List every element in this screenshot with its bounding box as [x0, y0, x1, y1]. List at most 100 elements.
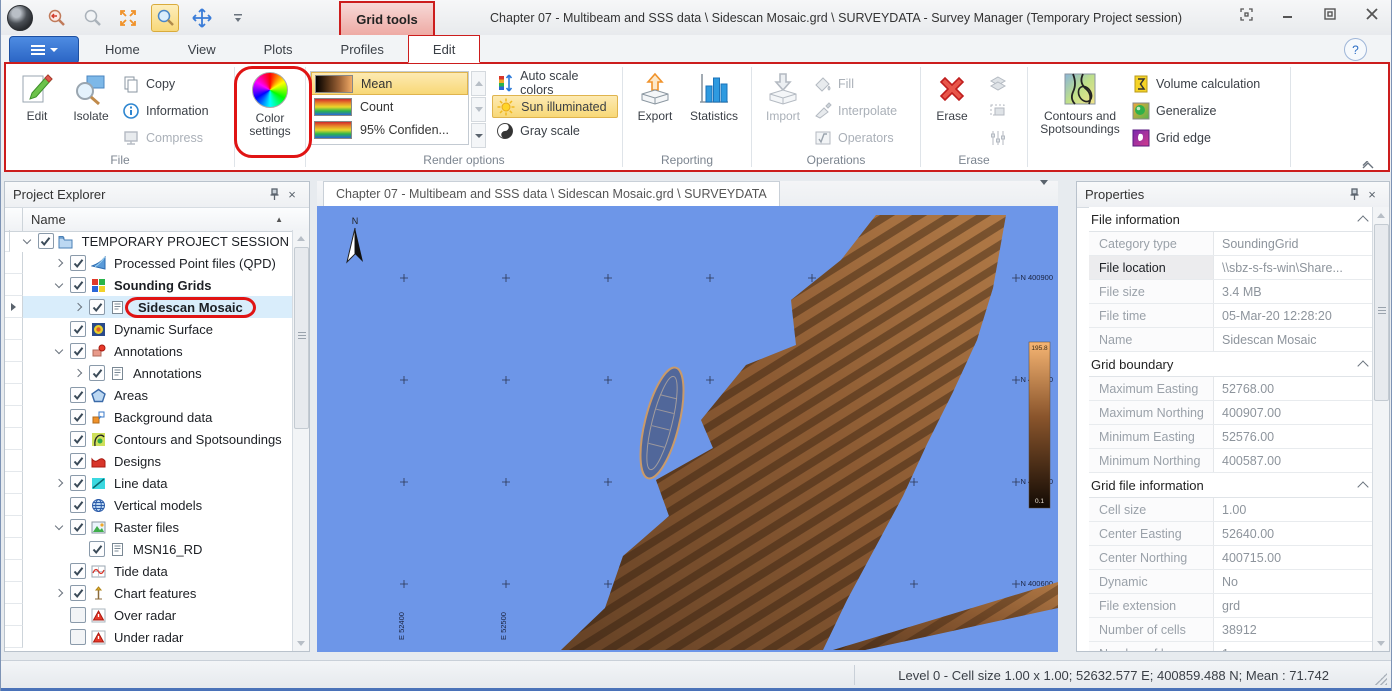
checkbox-checked[interactable] [70, 409, 86, 425]
section-header-grid-boundary[interactable]: Grid boundary [1089, 352, 1373, 377]
tab-home[interactable]: Home [81, 35, 164, 63]
tree-item-raster-files[interactable]: Raster files [5, 516, 293, 538]
checkbox-checked[interactable] [70, 255, 86, 271]
tree-column-header[interactable]: Name ▲ [5, 208, 309, 232]
checkbox-checked[interactable] [70, 387, 86, 403]
tree-item-contours-and-spotsoundings[interactable]: Contours and Spotsoundings [5, 428, 293, 450]
import-button[interactable]: Import [756, 68, 810, 152]
checkbox-checked[interactable] [70, 431, 86, 447]
tree-item-dynamic-surface[interactable]: Dynamic Surface [5, 318, 293, 340]
tree-item-under-radar[interactable]: Under radar [5, 626, 293, 648]
scroll-up-icon[interactable] [1373, 207, 1388, 223]
scroll-up-icon[interactable] [471, 71, 486, 96]
app-menu-button[interactable] [9, 36, 79, 64]
property-row-file-size[interactable]: File size3.4 MB [1089, 280, 1373, 304]
edit-button[interactable]: Edit [10, 68, 64, 152]
erase-sliders-button[interactable] [985, 124, 1011, 151]
grid-edge-button[interactable]: Grid edge [1128, 124, 1284, 151]
property-row-name[interactable]: NameSidescan Mosaic [1089, 328, 1373, 352]
isolate-button[interactable]: Isolate [64, 68, 118, 152]
minimize-button[interactable] [1279, 5, 1297, 23]
generalize-button[interactable]: Generalize [1128, 97, 1284, 124]
tree-item-msn16-rd[interactable]: MSN16_RD [5, 538, 293, 560]
property-row-dynamic[interactable]: DynamicNo [1089, 570, 1373, 594]
sun-illuminated-button[interactable]: Sun illuminated [492, 95, 618, 118]
expander-open-icon[interactable] [52, 525, 66, 529]
collapse-section-icon[interactable] [1357, 360, 1368, 371]
checkbox-checked[interactable] [70, 563, 86, 579]
fullscreen-button[interactable] [1237, 5, 1255, 23]
scrollbar-thumb[interactable] [1374, 224, 1389, 401]
tree-item-chart-features[interactable]: Chart features [5, 582, 293, 604]
volume-calculation-button[interactable]: Volume calculation [1128, 70, 1284, 97]
information-button[interactable]: Information [118, 97, 230, 124]
expander-closed-icon[interactable] [52, 260, 66, 266]
contours-spotsoundings-button[interactable]: Contours and Spotsoundings [1032, 68, 1128, 152]
tree-item-sidescan-mosaic[interactable]: Sidescan Mosaic [5, 296, 293, 318]
checkbox-checked[interactable] [70, 277, 86, 293]
checkbox-checked[interactable] [70, 453, 86, 469]
property-row-file-time[interactable]: File time05-Mar-20 12:28:20 [1089, 304, 1373, 328]
operators-button[interactable]: Operators [810, 124, 914, 151]
maximize-button[interactable] [1321, 5, 1339, 23]
checkbox-unchecked[interactable] [70, 607, 86, 623]
tree-item-designs[interactable]: Designs [5, 450, 293, 472]
help-button[interactable]: ? [1344, 38, 1367, 61]
properties-scrollbar[interactable] [1372, 207, 1389, 651]
expander-open-icon[interactable] [52, 283, 66, 287]
checkbox-checked[interactable] [70, 585, 86, 601]
expander-closed-icon[interactable] [52, 480, 66, 486]
tree-item-tide-data[interactable]: Tide data [5, 560, 293, 582]
tree-scrollbar[interactable] [292, 230, 309, 651]
pan-tool-icon[interactable] [189, 5, 215, 31]
context-tab-group-grid-tools[interactable]: Grid tools [339, 1, 435, 35]
checkbox-checked[interactable] [70, 321, 86, 337]
expander-open-icon[interactable] [52, 349, 66, 353]
tab-profiles[interactable]: Profiles [317, 35, 408, 63]
property-row-center-northing[interactable]: Center Northing400715.00 [1089, 546, 1373, 570]
map-view-tab[interactable]: Chapter 07 - Multibeam and SSS data \ Si… [323, 181, 780, 206]
checkbox-checked[interactable] [70, 343, 86, 359]
checkbox-checked[interactable] [89, 299, 105, 315]
erase-button[interactable]: Erase [925, 68, 979, 152]
expander-closed-icon[interactable] [71, 304, 85, 310]
checkbox-checked[interactable] [89, 365, 105, 381]
property-row-category-type[interactable]: Category typeSoundingGrid [1089, 232, 1373, 256]
tab-plots[interactable]: Plots [240, 35, 317, 63]
property-row-maximum-northing[interactable]: Maximum Northing400907.00 [1089, 401, 1373, 425]
gray-scale-button[interactable]: Gray scale [492, 119, 618, 142]
tab-edit[interactable]: Edit [408, 35, 480, 63]
checkbox-checked[interactable] [70, 475, 86, 491]
expander-open-icon[interactable] [20, 239, 34, 243]
compress-button[interactable]: Compress [118, 124, 230, 151]
scroll-down-icon[interactable] [471, 97, 486, 122]
tree-item-processed-point-files-qpd[interactable]: Processed Point files (QPD) [5, 252, 293, 274]
resize-grip[interactable] [1375, 673, 1387, 685]
property-row-center-easting[interactable]: Center Easting52640.00 [1089, 522, 1373, 546]
property-row-file-extension[interactable]: File extensiongrd [1089, 594, 1373, 618]
fill-button[interactable]: Fill [810, 70, 914, 97]
collapse-section-icon[interactable] [1357, 215, 1368, 226]
checkbox-unchecked[interactable] [70, 629, 86, 645]
statistics-button[interactable]: Statistics [682, 68, 746, 152]
tree-item-annotations[interactable]: Annotations [5, 362, 293, 384]
tree-item-over-radar[interactable]: Over radar [5, 604, 293, 626]
export-button[interactable]: Export [628, 68, 682, 152]
section-header-file-information[interactable]: File information [1089, 207, 1373, 232]
close-panel-icon[interactable]: × [1363, 187, 1381, 203]
expander-closed-icon[interactable] [71, 370, 85, 376]
property-row-minimum-easting[interactable]: Minimum Easting52576.00 [1089, 425, 1373, 449]
scroll-up-icon[interactable] [293, 230, 308, 246]
pin-icon[interactable] [1345, 187, 1363, 203]
section-header-grid-file-information[interactable]: Grid file information [1089, 473, 1373, 498]
erase-selection-button[interactable] [985, 97, 1011, 124]
app-logo-icon[interactable] [7, 5, 33, 31]
tab-view[interactable]: View [164, 35, 240, 63]
zoom-tool-icon[interactable] [151, 4, 179, 32]
checkbox-checked[interactable] [38, 233, 54, 249]
tree-item-areas[interactable]: Areas [5, 384, 293, 406]
layer-option-confidence[interactable]: 95% Confiden... [311, 118, 468, 141]
scroll-down-icon[interactable] [293, 635, 308, 651]
checkbox-checked[interactable] [70, 519, 86, 535]
tree-item-vertical-models[interactable]: Vertical models [5, 494, 293, 516]
